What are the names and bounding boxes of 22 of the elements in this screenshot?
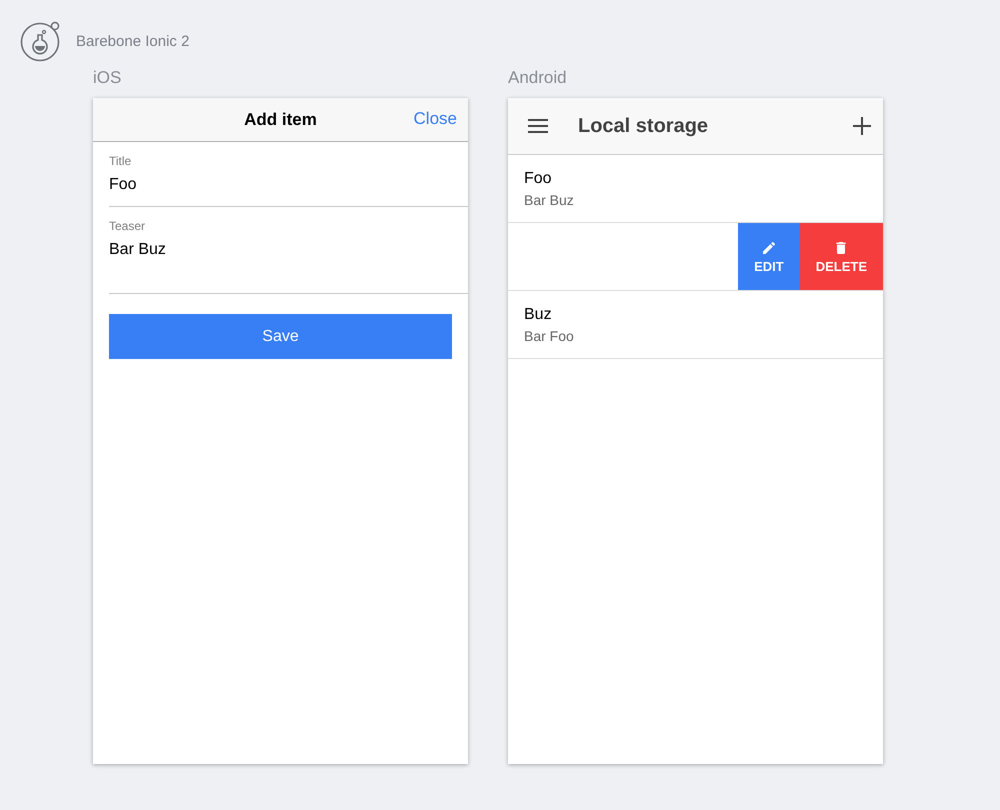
- input-field[interactable]: Bar Buz: [109, 241, 468, 259]
- item-title: Foo: [524, 170, 553, 188]
- app-title: Barebone Ionic 2: [76, 32, 190, 50]
- save-button[interactable]: Save: [109, 314, 452, 359]
- item-subtitle: Bar Buz: [524, 192, 575, 208]
- add-icon[interactable]: [853, 117, 871, 135]
- pencil-icon: [760, 240, 777, 256]
- nav-title: Add item: [244, 110, 317, 130]
- close-button[interactable]: Close: [414, 109, 457, 129]
- field-label: Title: [109, 154, 132, 168]
- delete-button[interactable]: DELETE: [800, 223, 883, 290]
- platform-label: Android: [508, 67, 568, 89]
- menu-icon[interactable]: [528, 119, 548, 133]
- flask-logo-icon: [20, 20, 62, 62]
- field-label: Teaser: [109, 219, 146, 233]
- item-title: Buz: [524, 306, 553, 324]
- list-item[interactable]: Buz Bar Foo: [508, 291, 883, 359]
- platform-label: iOS: [93, 67, 122, 89]
- toolbar-title: Local storage: [578, 114, 710, 138]
- input-field[interactable]: Foo: [109, 176, 468, 194]
- item-subtitle: Bar Foo: [524, 328, 575, 344]
- edit-button[interactable]: EDIT: [738, 223, 800, 290]
